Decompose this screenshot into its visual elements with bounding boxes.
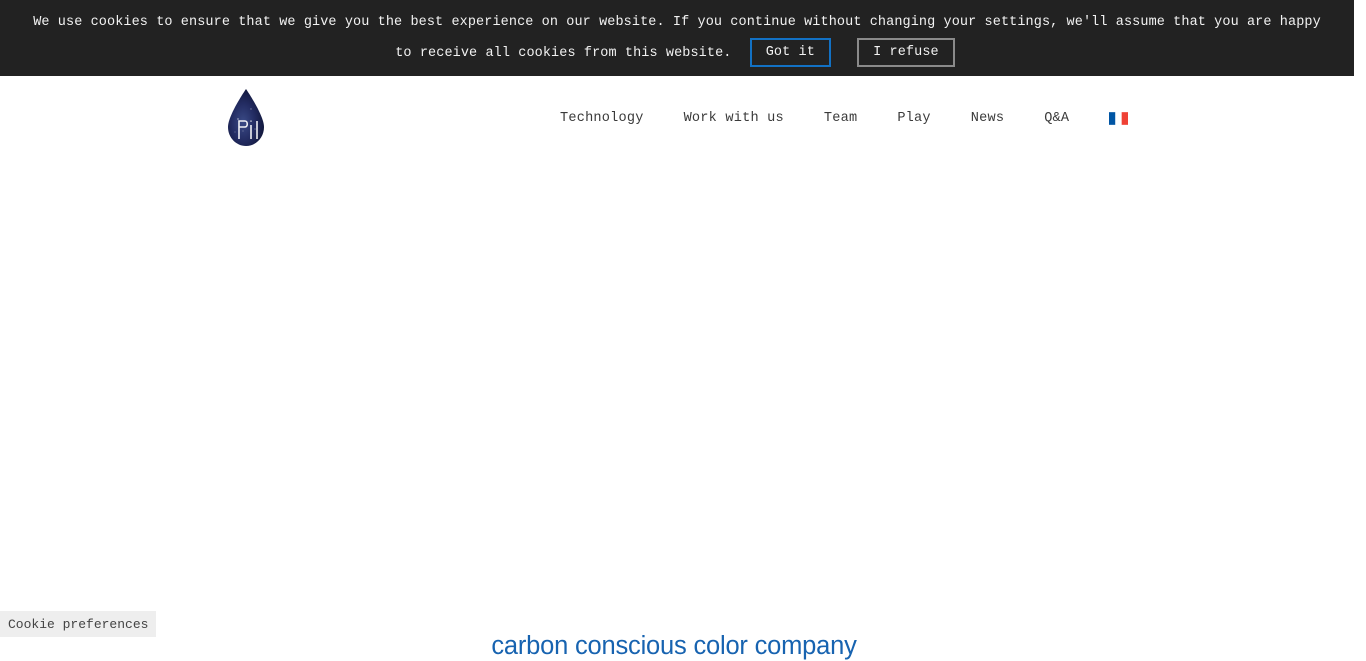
cookie-banner-message: We use cookies to ensure that we give yo… — [33, 14, 1321, 62]
main-content: carbon conscious color company — [0, 160, 1354, 660]
nav-item-play[interactable]: Play — [877, 111, 950, 126]
accept-cookies-button[interactable]: Got it — [749, 37, 831, 67]
cookie-banner-content: We use cookies to ensure that we give yo… — [32, 7, 1322, 69]
scrollbar-gutter[interactable] — [1354, 0, 1366, 652]
nav-item-work-with-us[interactable]: Work with us — [664, 111, 804, 126]
nav-item-qa[interactable]: Q&A — [1024, 111, 1089, 126]
flag-fr-icon — [1109, 111, 1129, 125]
hero-headline: carbon conscious color company — [491, 632, 857, 661]
nav-item-team[interactable]: Team — [804, 111, 877, 126]
pili-droplet-icon — [228, 89, 264, 146]
site-header: Technology Work with us Team Play News Q… — [0, 76, 1354, 160]
cookie-consent-banner: We use cookies to ensure that we give yo… — [0, 0, 1354, 76]
nav-item-news[interactable]: News — [951, 111, 1024, 126]
nav-item-technology[interactable]: Technology — [540, 111, 664, 126]
language-switcher-fr[interactable] — [1089, 111, 1148, 125]
refuse-cookies-button[interactable]: I refuse — [857, 37, 955, 67]
main-navigation: Technology Work with us Team Play News Q… — [540, 76, 1148, 160]
cookie-preferences-button[interactable]: Cookie preferences — [0, 611, 157, 637]
site-logo[interactable] — [226, 87, 266, 149]
